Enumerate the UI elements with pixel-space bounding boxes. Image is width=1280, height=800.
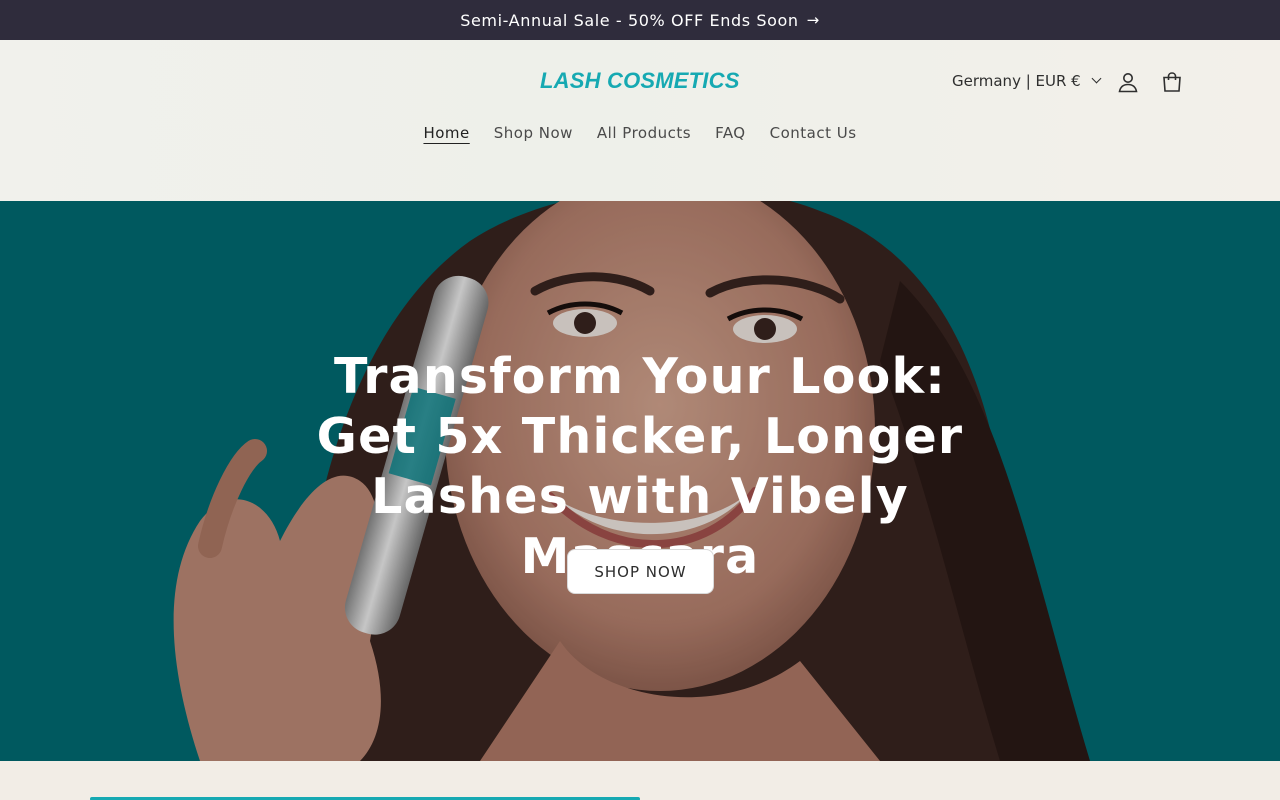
account-button[interactable] bbox=[1113, 67, 1143, 97]
locale-label: Germany | EUR € bbox=[952, 72, 1081, 90]
nav-home[interactable]: Home bbox=[423, 124, 469, 142]
nav-shop-now[interactable]: Shop Now bbox=[494, 124, 573, 142]
logo[interactable]: LASH COSMETICS bbox=[540, 68, 740, 94]
site-header: LASH COSMETICS Germany | EUR € Home Shop… bbox=[0, 40, 1280, 201]
cart-icon bbox=[1163, 72, 1181, 92]
main-navigation: Home Shop Now All Products FAQ Contact U… bbox=[0, 124, 1280, 142]
announcement-bar[interactable]: Semi-Annual Sale - 50% OFF Ends Soon → bbox=[0, 0, 1280, 40]
account-icon bbox=[1118, 73, 1138, 93]
next-section bbox=[0, 761, 1280, 800]
shop-now-button[interactable]: SHOP NOW bbox=[567, 549, 714, 594]
nav-all-products[interactable]: All Products bbox=[597, 124, 691, 142]
country-currency-selector[interactable]: Germany | EUR € bbox=[952, 72, 1102, 90]
hero-banner: Transform Your Look: Get 5x Thicker, Lon… bbox=[0, 201, 1280, 761]
announcement-text[interactable]: Semi-Annual Sale - 50% OFF Ends Soon bbox=[460, 11, 798, 30]
chevron-down-icon bbox=[1091, 73, 1102, 84]
cart-button[interactable] bbox=[1157, 67, 1187, 97]
arrow-right-icon: → bbox=[806, 11, 820, 29]
nav-faq[interactable]: FAQ bbox=[715, 124, 746, 142]
nav-contact-us[interactable]: Contact Us bbox=[770, 124, 857, 142]
